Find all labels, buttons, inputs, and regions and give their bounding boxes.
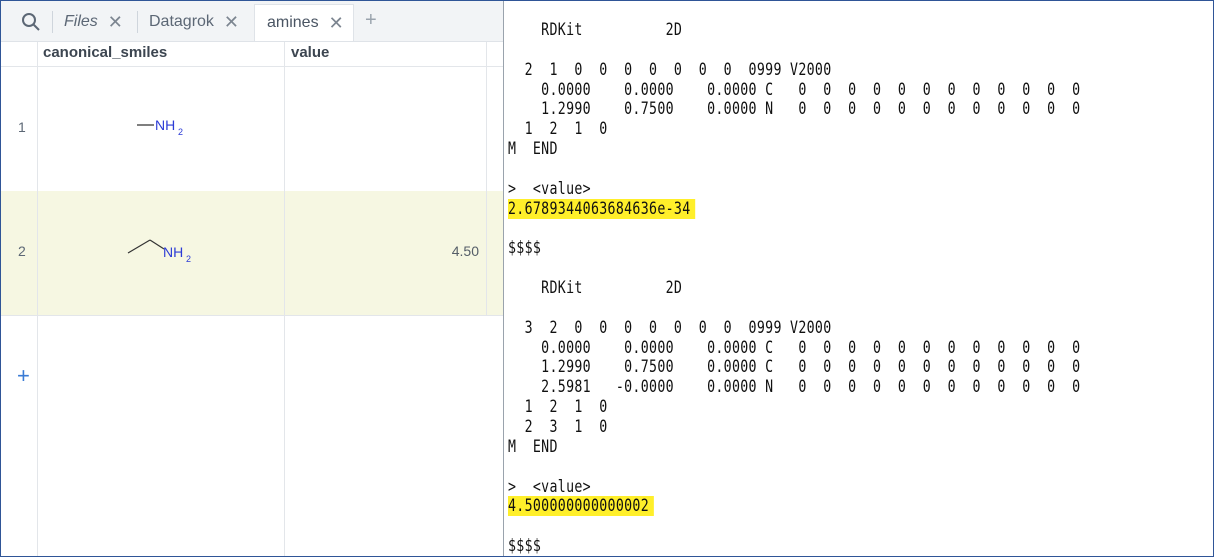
sdf-line-text: 1.2990 0.7500 0.0000 N 0 0 0 0 0 0 0 0 0… — [508, 99, 1081, 120]
tab-bar: Files ✕ Datagrok ✕ amines ✕ + — [1, 1, 503, 42]
sdf-line-text: 2 3 1 0 — [508, 417, 608, 437]
value-cell[interactable]: 4.50 — [452, 243, 479, 259]
tab-amines[interactable]: amines ✕ — [254, 4, 354, 41]
tab-datagrok[interactable]: Datagrok ✕ — [149, 4, 239, 40]
sdf-line: > <value> — [508, 477, 591, 497]
column-divider — [284, 42, 285, 556]
sdf-line: 3 2 0 0 0 0 0 0 0 0999 V2000 — [508, 318, 832, 338]
tab-label: Files — [64, 13, 98, 30]
add-tab-button[interactable]: + — [365, 9, 377, 32]
sdf-line: 4.500000000000002 — [508, 496, 654, 517]
row-number: 2 — [18, 243, 26, 259]
tab-files[interactable]: Files ✕ — [64, 4, 123, 40]
atom-subscript: 2 — [186, 254, 191, 264]
sdf-text-view: RDKit 2D 2 1 0 0 0 0 0 0 0 0999 V2000 0.… — [504, 1, 1213, 556]
sdf-line-text: RDKit 2D — [508, 20, 683, 40]
sdf-line: RDKit 2D — [508, 278, 682, 298]
sdf-line-text: 1.2990 0.7500 0.0000 C 0 0 0 0 0 0 0 0 0… — [508, 357, 1081, 378]
sdf-line: 0.0000 0.0000 0.0000 C 0 0 0 0 0 0 0 0 0… — [508, 80, 1080, 100]
highlighted-value: 4.500000000000002 — [508, 496, 654, 517]
atom-label: NH — [163, 244, 183, 260]
sdf-line: M END — [508, 437, 558, 457]
table-row[interactable]: 1 NH 2 — [1, 67, 503, 192]
sdf-line: 1 2 1 0 — [508, 397, 608, 417]
atom-label: NH — [155, 117, 175, 133]
sdf-line-text: M END — [508, 139, 558, 160]
sdf-line: 2 3 1 0 — [508, 417, 608, 437]
sdf-line: 1.2990 0.7500 0.0000 N 0 0 0 0 0 0 0 0 0… — [508, 99, 1080, 119]
sdf-line: $$$$ — [508, 238, 541, 258]
atom-subscript: 2 — [178, 127, 183, 137]
sdf-line: 2.6789344063684636e-34 — [508, 198, 696, 219]
table-row-selected[interactable]: 2 NH 2 4.50 — [1, 191, 503, 316]
add-row-button[interactable]: + — [17, 363, 30, 389]
column-divider — [486, 42, 487, 315]
tab-separator — [52, 11, 53, 33]
close-icon[interactable]: ✕ — [329, 13, 344, 34]
grid-header: canonical_smiles value — [1, 42, 503, 67]
tab-separator — [137, 11, 138, 33]
sdf-line-text: 3 2 0 0 0 0 0 0 0 0999 V2000 — [508, 317, 832, 338]
sdf-line: 0.0000 0.0000 0.0000 C 0 0 0 0 0 0 0 0 0… — [508, 338, 1080, 358]
sdf-line-text: M END — [508, 436, 558, 457]
column-header-value[interactable]: value — [291, 42, 329, 66]
close-icon[interactable]: ✕ — [108, 12, 123, 33]
sdf-line-text: $$$$ — [508, 536, 542, 556]
column-divider — [37, 42, 38, 556]
sdf-line: 2 1 0 0 0 0 0 0 0 0999 V2000 — [508, 60, 832, 80]
highlighted-value: 2.6789344063684636e-34 — [508, 198, 696, 219]
datagrok-grid-pane: Files ✕ Datagrok ✕ amines ✕ + canonical_… — [1, 1, 503, 556]
tab-label: amines — [267, 14, 319, 31]
molecule-structure-ethylamine: NH 2 — [127, 239, 191, 264]
close-icon[interactable]: ✕ — [224, 12, 239, 33]
column-header-canonical-smiles[interactable]: canonical_smiles — [43, 42, 167, 66]
sdf-line-text: 1 2 1 0 — [508, 397, 608, 418]
sdf-line-text: RDKit 2D — [508, 278, 683, 299]
sdf-line-text: $$$$ — [508, 238, 542, 259]
sdf-line: $$$$ — [508, 536, 541, 556]
tab-label: Datagrok — [149, 13, 214, 30]
sdf-line-text: > <value> — [508, 476, 591, 497]
sdf-line: RDKit 2D — [508, 20, 682, 40]
sdf-line-text: 2.5981 -0.0000 0.0000 N 0 0 0 0 0 0 0 0 … — [508, 377, 1081, 398]
screenshot-frame: Files ✕ Datagrok ✕ amines ✕ + canonical_… — [0, 0, 1214, 557]
search-icon[interactable] — [21, 12, 41, 32]
sdf-line-text: 2 1 0 0 0 0 0 0 0 0999 V2000 — [508, 59, 832, 80]
sdf-line-text: 0.0000 0.0000 0.0000 C 0 0 0 0 0 0 0 0 0… — [508, 337, 1081, 358]
sdf-line-text: > <value> — [508, 178, 591, 199]
sdf-line-text: 1 2 1 0 — [508, 119, 608, 140]
sdf-line: > <value> — [508, 179, 591, 199]
row-number: 1 — [18, 119, 26, 135]
sdf-line: M END — [508, 139, 558, 159]
sdf-line: 1 2 1 0 — [508, 119, 608, 139]
sdf-line: 1.2990 0.7500 0.0000 C 0 0 0 0 0 0 0 0 0… — [508, 357, 1080, 377]
molecule-structure-methylamine: NH 2 — [137, 117, 183, 137]
sdf-line: 2.5981 -0.0000 0.0000 N 0 0 0 0 0 0 0 0 … — [508, 377, 1080, 397]
sdf-line-text: 0.0000 0.0000 0.0000 C 0 0 0 0 0 0 0 0 0… — [508, 79, 1081, 100]
